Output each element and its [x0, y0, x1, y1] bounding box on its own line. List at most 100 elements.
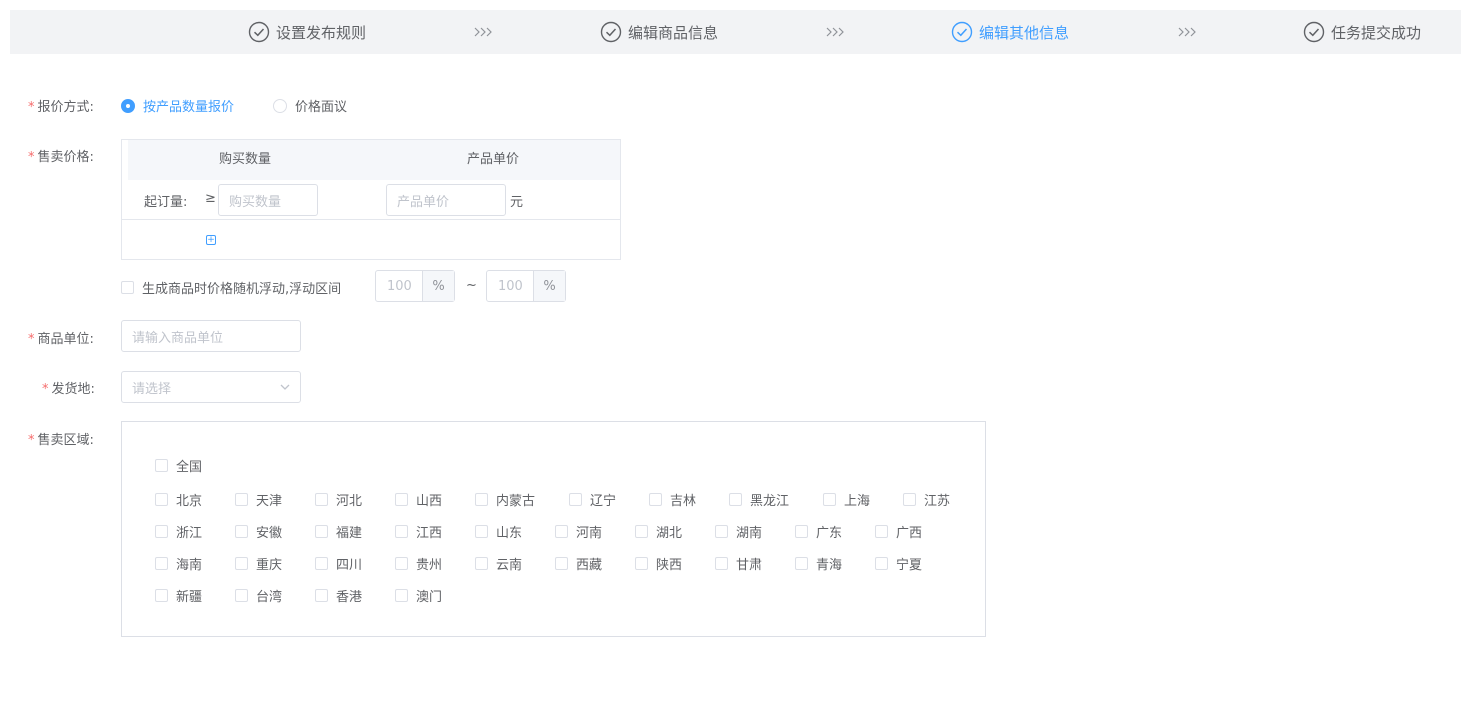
column-header-quantity: 购买数量: [219, 152, 272, 167]
region-checkbox[interactable]: 广东: [795, 522, 842, 541]
checkbox-label: 河南: [576, 526, 603, 541]
step-label: 编辑商品信息: [628, 23, 719, 42]
range-tilde: ~: [466, 278, 477, 293]
required-mark: *: [28, 433, 35, 448]
random-float-checkbox[interactable]: 生成商品时价格随机浮动,浮动区间: [121, 278, 341, 297]
checkbox-label: 安徽: [256, 526, 283, 541]
checkbox-icon: [395, 525, 408, 538]
region-checkbox[interactable]: 澳门: [395, 586, 442, 605]
region-checkbox[interactable]: 北京: [155, 490, 202, 509]
region-checkbox[interactable]: 江西: [395, 522, 442, 541]
min-order-label: 起订量:: [144, 195, 188, 210]
checkbox-label: 山西: [416, 494, 443, 509]
steps-bar: 设置发布规则 编辑商品信息 编辑其他信息 任务提交成功: [10, 10, 1461, 54]
checkbox-icon: [235, 493, 248, 506]
region-checkbox[interactable]: 山西: [395, 490, 442, 509]
region-checkbox[interactable]: 福建: [315, 522, 362, 541]
quote-method-label: * 报价方式:: [28, 96, 94, 115]
checkbox-icon: [235, 589, 248, 602]
checkbox-label: 新疆: [176, 590, 203, 605]
checkbox-label: 广东: [816, 526, 843, 541]
radio-label: 价格面议: [295, 100, 348, 115]
checkbox-icon: [715, 557, 728, 570]
region-checkbox[interactable]: 香港: [315, 586, 362, 605]
label-text: 售卖区域:: [37, 433, 94, 448]
checkbox-label: 福建: [336, 526, 363, 541]
checkbox-label: 广西: [896, 526, 923, 541]
checkbox-icon: [635, 557, 648, 570]
check-circle-icon: [600, 21, 622, 43]
checkbox-label: 台湾: [256, 590, 283, 605]
region-checkbox[interactable]: 河南: [555, 522, 602, 541]
checkbox-label: 全国: [176, 460, 203, 475]
checkbox-icon: [555, 557, 568, 570]
checkbox-label: 湖南: [736, 526, 763, 541]
step-edit-other: 编辑其他信息: [951, 10, 1069, 54]
ship-from-select[interactable]: 请选择: [121, 371, 301, 403]
float-max-input[interactable]: 100 %: [486, 270, 566, 302]
checkbox-icon: [635, 525, 648, 538]
step-edit-product: 编辑商品信息: [600, 10, 718, 54]
checkbox-icon: [155, 493, 168, 506]
checkbox-label: 湖北: [656, 526, 683, 541]
region-checkbox[interactable]: 山东: [475, 522, 522, 541]
region-checkbox[interactable]: 重庆: [235, 554, 282, 573]
checkbox-icon: [903, 493, 916, 506]
checkbox-icon: [649, 493, 662, 506]
region-checkbox[interactable]: 内蒙古: [475, 490, 535, 509]
checkbox-icon: [823, 493, 836, 506]
checkbox-label: 宁夏: [896, 558, 923, 573]
product-unit-input[interactable]: 请输入商品单位: [121, 320, 301, 352]
region-checkbox[interactable]: 四川: [315, 554, 362, 573]
region-checkbox[interactable]: 海南: [155, 554, 202, 573]
region-checkbox[interactable]: 青海: [795, 554, 842, 573]
radio-label: 按产品数量报价: [143, 100, 235, 115]
region-checkbox[interactable]: 宁夏: [875, 554, 922, 573]
region-checkbox[interactable]: 湖北: [635, 522, 682, 541]
add-tier-plus-icon[interactable]: +: [206, 235, 216, 245]
region-checkbox[interactable]: 河北: [315, 490, 362, 509]
check-circle-icon: [951, 21, 973, 43]
region-checkbox[interactable]: 贵州: [395, 554, 442, 573]
table-row: 起订量: ≥ 购买数量 产品单价 元: [122, 180, 620, 220]
checkbox-label: 甘肃: [736, 558, 763, 573]
unit-price-input[interactable]: 产品单价: [386, 184, 506, 216]
region-checkbox[interactable]: 天津: [235, 490, 282, 509]
region-checkbox[interactable]: 安徽: [235, 522, 282, 541]
quantity-input[interactable]: 购买数量: [218, 184, 318, 216]
region-checkbox[interactable]: 浙江: [155, 522, 202, 541]
checkbox-icon: [715, 525, 728, 538]
region-checkbox[interactable]: 新疆: [155, 586, 202, 605]
region-checkbox[interactable]: 吉林: [649, 490, 696, 509]
region-checkbox[interactable]: 云南: [475, 554, 522, 573]
region-checkbox[interactable]: 湖南: [715, 522, 762, 541]
float-min-input[interactable]: 100 %: [375, 270, 455, 302]
region-checkbox[interactable]: 黑龙江: [729, 490, 789, 509]
label-text: 售卖价格:: [37, 150, 94, 165]
region-checkbox[interactable]: 广西: [875, 522, 922, 541]
radio-price-negotiable[interactable]: 价格面议: [273, 96, 347, 115]
region-checkbox[interactable]: 陕西: [635, 554, 682, 573]
checkbox-icon: [155, 525, 168, 538]
checkbox-label: 贵州: [416, 558, 443, 573]
step-separator-icon: [825, 10, 845, 54]
checkbox-icon: [235, 525, 248, 538]
region-checkbox[interactable]: 上海: [823, 490, 870, 509]
checkbox-icon: [155, 459, 168, 472]
chevron-down-icon: [280, 384, 290, 390]
region-checkbox[interactable]: 辽宁: [569, 490, 616, 509]
region-checkbox[interactable]: 江苏: [903, 490, 950, 509]
check-circle-icon: [248, 21, 270, 43]
checkbox-icon: [235, 557, 248, 570]
checkbox-icon: [395, 557, 408, 570]
step-label: 任务提交成功: [1331, 23, 1422, 42]
region-checkbox-all[interactable]: 全国: [155, 456, 202, 475]
checkbox-label: 云南: [496, 558, 523, 573]
region-checkbox[interactable]: 西藏: [555, 554, 602, 573]
checkbox-label: 青海: [816, 558, 843, 573]
radio-quote-by-quantity[interactable]: 按产品数量报价: [121, 96, 234, 115]
region-checkbox[interactable]: 台湾: [235, 586, 282, 605]
required-mark: *: [28, 332, 35, 347]
region-checkbox[interactable]: 甘肃: [715, 554, 762, 573]
percent-suffix: %: [533, 271, 565, 301]
